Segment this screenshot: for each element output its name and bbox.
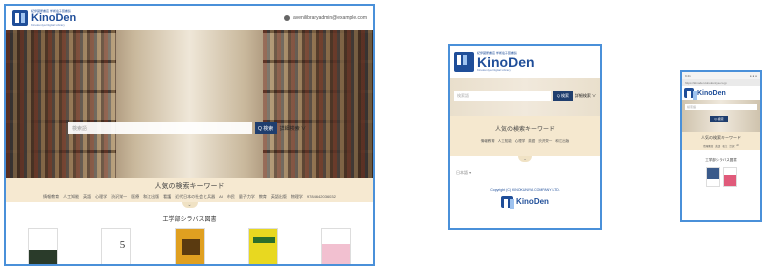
status-time: 9:41 (685, 73, 691, 78)
bookshelf-right-image (263, 30, 373, 178)
search-bar: 検索語 Q 検索 詳細検索 ∨ (68, 122, 306, 134)
site-header: 紀伊國屋書店 学術電子図書館 KinoDen Kinokuniya Digita… (450, 46, 600, 78)
user-account-menu[interactable]: avenilibraryadmin@example.com (284, 15, 367, 21)
tablet-preview: 紀伊國屋書店 学術電子図書館 KinoDen Kinokuniya Digita… (448, 44, 602, 230)
keyword-link[interactable]: 医療 (131, 194, 139, 200)
hero-banner: 検索語 Q 検索 詳細検索 ∨ (6, 30, 373, 178)
copyright-text: Copyright (C) KINOKUNIYA COMPANY LTD. (490, 188, 560, 192)
search-input[interactable]: 検索語 (68, 122, 252, 134)
section-title: 工学部シラバス図書 (705, 158, 737, 162)
logo-mark-icon (454, 52, 474, 72)
section-title: 工学部シラバス図書 (162, 217, 217, 223)
keyword-link[interactable]: 情報教育 (43, 194, 59, 200)
bookshelf-left-image (6, 30, 116, 178)
book-carousel (682, 167, 760, 187)
keyword-link[interactable]: 情報教育 (481, 139, 495, 144)
status-indicators-icon: ● ● ● (749, 73, 757, 78)
kinoden-logo[interactable]: KinoDen (684, 88, 726, 101)
keyword-link[interactable]: 渋沢栄一 (111, 194, 127, 200)
search-bar: 検索語 Q 検索 詳細検索 ∨ (454, 91, 596, 101)
user-icon (284, 15, 290, 21)
keyword-link[interactable]: 看護 (163, 194, 171, 200)
logo-name: KinoDen (31, 11, 77, 24)
keyword-link[interactable]: 英語 (715, 144, 720, 148)
keyword-link[interactable]: 人工知能 (498, 139, 512, 144)
advanced-search-button[interactable]: 詳細検索 ∨ (575, 93, 596, 99)
keyword-link[interactable]: 和江 (722, 144, 727, 148)
popular-keywords-title: 人気の検索キーワード (154, 183, 225, 190)
book-cover[interactable] (321, 228, 351, 264)
popular-keywords-title: 人気の検索キーワード (494, 127, 555, 133)
book-cover[interactable] (722, 167, 737, 187)
keyword-list: 情報教育 英語 和江 渋沢 AI (682, 144, 760, 148)
popular-keywords: 人気の検索キーワード 情報教育 人工知能 英語 心理学 渋沢栄一 医療 和江出版… (6, 178, 373, 202)
logo-name: KinoDen (697, 89, 726, 97)
logo-subtitle: Kinokuniya Digital Library (31, 22, 65, 27)
keyword-link[interactable]: 渋沢 (729, 144, 734, 148)
keyword-link[interactable]: 心理学 (515, 139, 526, 144)
browser-url-bar[interactable]: https://kinoden.kinokuniya.co.jp (682, 79, 760, 86)
status-bar: 9:41 ● ● ● (682, 72, 760, 79)
expand-keywords-chevron-icon[interactable]: ⌄ (181, 202, 198, 208)
keyword-link[interactable]: 和江出版 (143, 194, 159, 200)
popular-keywords-title: 人気の検索キーワード (701, 135, 741, 140)
logo-mark-icon (501, 196, 515, 209)
kinoden-logo[interactable]: 紀伊國屋書店 学術電子図書館 KinoDen Kinokuniya Digita… (454, 52, 535, 72)
search-input[interactable]: 検索語 (454, 91, 551, 101)
keyword-link[interactable]: 市民 (227, 194, 235, 200)
keyword-link[interactable]: 和江出版 (555, 139, 569, 144)
keyword-link[interactable]: 英語 (528, 139, 535, 144)
logo-mark-icon (12, 10, 28, 26)
book-cover[interactable] (705, 167, 720, 187)
advanced-search-button[interactable]: 詳細検索 ∨ (280, 125, 306, 132)
keyword-link[interactable]: 近代日本の社会と兵器 (175, 194, 215, 200)
logo-name: KinoDen (516, 197, 549, 206)
phone-preview: 9:41 ● ● ● https://kinoden.kinokuniya.co… (680, 70, 762, 222)
keyword-link[interactable]: 物理学 (291, 194, 303, 200)
keyword-link[interactable]: 情報教育 (703, 144, 713, 148)
site-header: 紀伊國屋書店 学術電子図書館 KinoDen Kinokuniya Digita… (6, 6, 373, 30)
keyword-link[interactable]: AI (736, 144, 738, 148)
logo-mark-icon (684, 88, 697, 101)
kinoden-logo[interactable]: 紀伊國屋書店 学術電子図書館 KinoDen Kinokuniya Digita… (12, 9, 77, 27)
hero-banner: 検索語 Q 検索 詳細検索 ∨ (450, 78, 600, 116)
popular-keywords: 人気の検索キーワード 情報教育 英語 和江 渋沢 AI (682, 132, 760, 150)
search-button[interactable]: Q 検索 (254, 122, 277, 134)
keyword-link[interactable]: 英語出版 (271, 194, 287, 200)
logo-name: KinoDen (477, 54, 535, 70)
book-cover[interactable] (101, 228, 132, 264)
keyword-link[interactable]: 渋沢栄一 (538, 139, 552, 144)
hero-banner: 検索語 Q 検索 (682, 100, 760, 132)
search-button[interactable]: Q 検索 (552, 91, 573, 101)
search-button[interactable]: Q 検索 (710, 116, 728, 122)
site-header: KinoDen (682, 86, 760, 101)
keyword-list: 情報教育 人工知能 英語 心理学 渋沢栄一 医療 和江出版 看護 近代日本の社会… (6, 194, 373, 200)
desktop-preview: 紀伊國屋書店 学術電子図書館 KinoDen Kinokuniya Digita… (4, 4, 375, 266)
footer-logo: KinoDen (450, 196, 600, 209)
book-carousel (28, 228, 351, 264)
user-email: avenilibraryadmin@example.com (293, 15, 367, 21)
keyword-link[interactable]: 心理学 (95, 194, 107, 200)
book-cover[interactable] (247, 228, 278, 264)
logo-subtitle: Kinokuniya Digital Library (477, 68, 511, 72)
popular-keywords: 人気の検索キーワード 情報教育 人工知能 心理学 英語 渋沢栄一 和江出版 (450, 116, 600, 156)
language-selector[interactable]: 日本語 ▾ (450, 162, 600, 176)
keyword-link[interactable]: 9784642036032 (307, 194, 336, 200)
book-cover[interactable] (174, 228, 205, 264)
book-cover[interactable] (28, 228, 58, 264)
keyword-link[interactable]: 人工知能 (63, 194, 79, 200)
search-input[interactable]: 検索語 (685, 104, 757, 110)
keyword-list: 情報教育 人工知能 心理学 英語 渋沢栄一 和江出版 (450, 139, 600, 144)
keyword-link[interactable]: 英語 (83, 194, 91, 200)
keyword-link[interactable]: 教育 (259, 194, 267, 200)
keyword-link[interactable]: 量子力学 (239, 194, 255, 200)
keyword-link[interactable]: AI (219, 194, 223, 200)
